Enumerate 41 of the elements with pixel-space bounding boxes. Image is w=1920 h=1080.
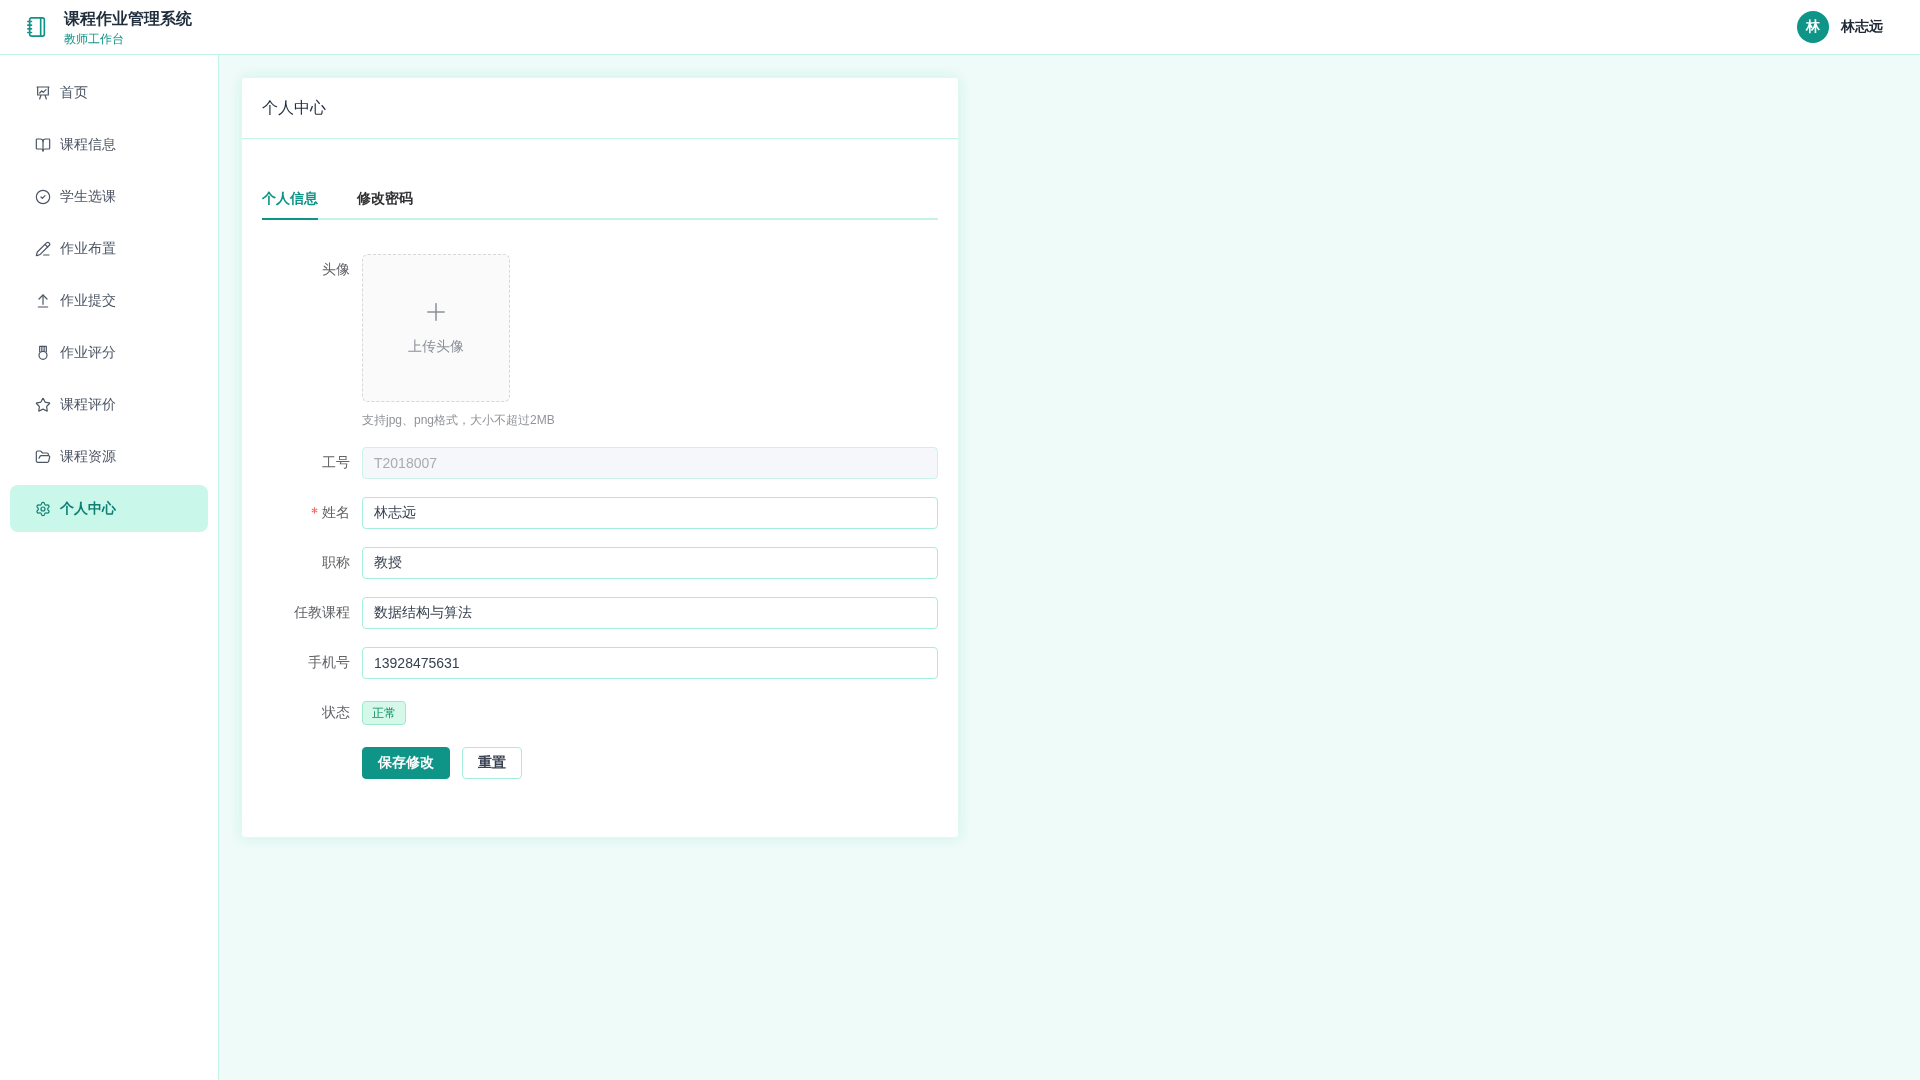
sidebar-item[interactable]: 作业评分 [10, 329, 208, 376]
sidebar-item[interactable]: 作业提交 [10, 277, 208, 324]
save-button[interactable]: 保存修改 [362, 747, 450, 779]
field-label: 姓名 [322, 504, 350, 522]
user-avatar[interactable]: 林 [1797, 11, 1829, 43]
field-label: 工号 [322, 454, 350, 472]
card-title: 个人中心 [262, 97, 326, 118]
sidebar-item[interactable]: 课程信息 [10, 121, 208, 168]
reset-button[interactable]: 重置 [462, 747, 522, 779]
status-tag: 正常 [362, 701, 406, 725]
upload-icon [35, 292, 51, 309]
text-field[interactable]: 林志远 [362, 497, 938, 529]
sidebar-item[interactable]: 课程资源 [10, 433, 208, 480]
tab[interactable]: 修改密码 [357, 180, 413, 220]
app-title: 课程作业管理系统 [64, 9, 192, 29]
sidebar-item[interactable]: 课程评价 [10, 381, 208, 428]
field-label: 手机号 [308, 654, 350, 672]
open-book-icon [35, 136, 51, 153]
upload-hint: 支持jpg、png格式，大小不超过2MB [362, 412, 555, 429]
field-label: 状态 [322, 704, 350, 722]
star-icon [35, 396, 51, 413]
check-circle-icon [35, 188, 51, 205]
sidebar-item[interactable]: 首页 [10, 69, 208, 116]
field-label: 头像 [322, 261, 350, 279]
field-label: 任教课程 [294, 604, 350, 622]
folder-icon [35, 448, 51, 465]
pencil-icon [35, 240, 51, 257]
text-field[interactable]: 数据结构与算法 [362, 597, 938, 629]
text-field[interactable]: 13928475631 [362, 647, 938, 679]
presentation-board-icon [35, 84, 51, 101]
settings-icon [35, 500, 51, 517]
field-label: 职称 [322, 554, 350, 572]
sidebar-item[interactable]: 个人中心 [10, 485, 208, 532]
notebook-icon [26, 16, 48, 38]
text-field[interactable]: 教授 [362, 547, 938, 579]
medal-icon [35, 344, 51, 361]
user-name[interactable]: 林志远 [1841, 18, 1883, 36]
sidebar-item[interactable]: 学生选课 [10, 173, 208, 220]
sidebar-item[interactable]: 作业布置 [10, 225, 208, 272]
app-subtitle: 教师工作台 [64, 31, 125, 47]
tab[interactable]: 个人信息 [262, 180, 318, 220]
